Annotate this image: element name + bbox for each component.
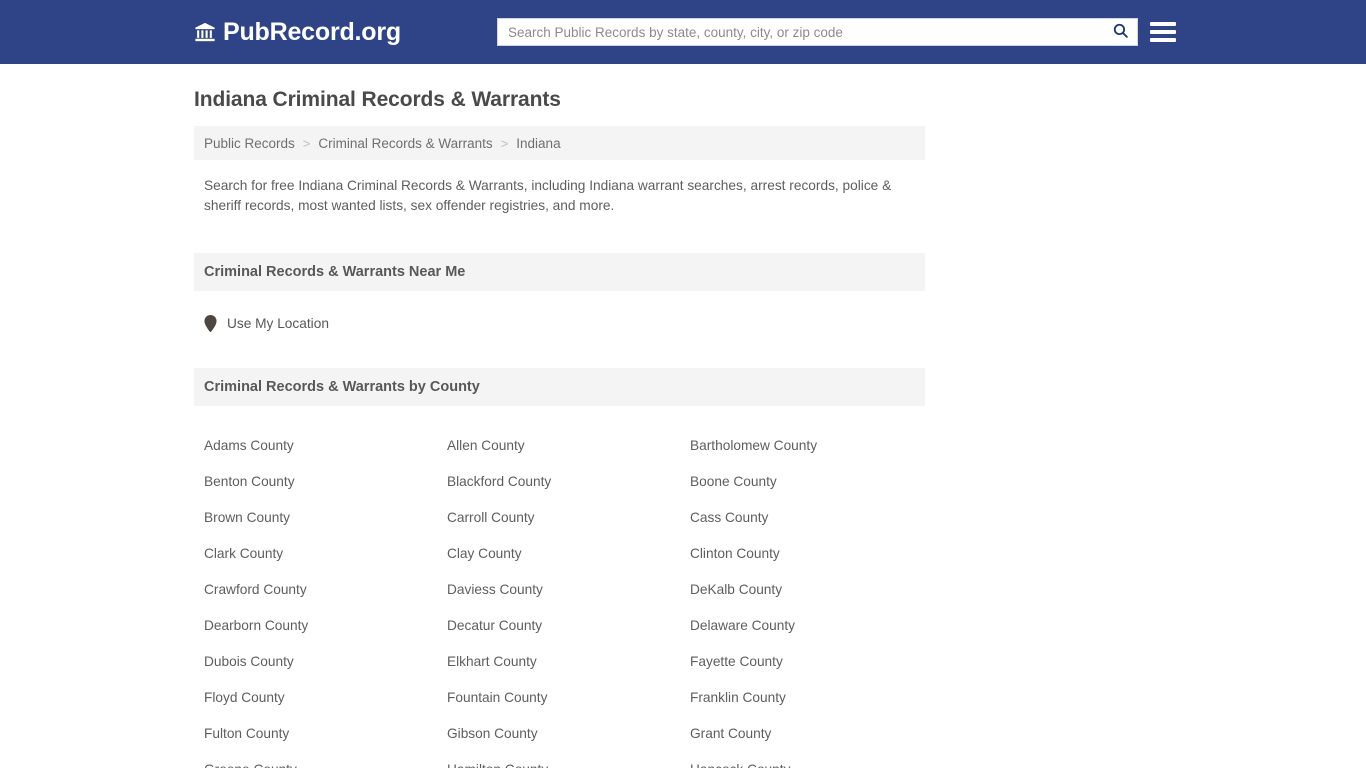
breadcrumb-item-criminal-records-warrants[interactable]: Criminal Records & Warrants (318, 136, 492, 151)
county-link[interactable]: Gibson County (437, 716, 680, 752)
county-link[interactable]: Crawford County (194, 572, 437, 608)
header-search-form (497, 18, 1138, 46)
by-county-section-heading: Criminal Records & Warrants by County (194, 368, 925, 406)
county-link[interactable]: Grant County (680, 716, 923, 752)
county-link[interactable]: Fountain County (437, 680, 680, 716)
county-link[interactable]: Dubois County (194, 644, 437, 680)
county-link[interactable]: Franklin County (680, 680, 923, 716)
county-link-grid: Adams County Allen County Bartholomew Coun… (194, 428, 934, 768)
county-link[interactable]: Elkhart County (437, 644, 680, 680)
county-link[interactable]: Allen County (437, 428, 680, 464)
site-header: PubRecord.org (0, 0, 1366, 64)
county-link[interactable]: Blackford County (437, 464, 680, 500)
brand-name: PubRecord.org (223, 17, 401, 46)
by-county-section: Criminal Records & Warrants by County Ad… (194, 368, 1366, 768)
breadcrumb-separator: > (500, 135, 509, 151)
page-description: Search for free Indiana Criminal Records… (204, 178, 892, 213)
county-link[interactable]: Greene County (194, 752, 437, 768)
menu-bar-2 (1150, 30, 1176, 34)
county-link[interactable]: Floyd County (194, 680, 437, 716)
county-link[interactable]: Boone County (680, 464, 923, 500)
breadcrumb-item-public-records[interactable]: Public Records (204, 136, 295, 151)
county-link[interactable]: Clay County (437, 536, 680, 572)
breadcrumb-separator: > (302, 135, 311, 151)
map-pin-icon (204, 315, 217, 333)
search-icon (1112, 22, 1129, 42)
county-link[interactable]: Clark County (194, 536, 437, 572)
site-logo-link[interactable]: PubRecord.org (194, 17, 401, 46)
county-link[interactable]: Clinton County (680, 536, 923, 572)
breadcrumb-item-indiana: Indiana (516, 135, 561, 151)
county-link[interactable]: Decatur County (437, 608, 680, 644)
county-link[interactable]: DeKalb County (680, 572, 923, 608)
county-link[interactable]: Adams County (194, 428, 437, 464)
county-link[interactable]: Hamilton County (437, 752, 680, 768)
county-link[interactable]: Bartholomew County (680, 428, 923, 464)
county-link[interactable]: Dearborn County (194, 608, 437, 644)
use-my-location-label: Use My Location (227, 316, 329, 331)
county-link[interactable]: Cass County (680, 500, 923, 536)
search-submit-button[interactable] (1103, 19, 1137, 45)
page-title: Indiana Criminal Records & Warrants (194, 88, 561, 111)
menu-bar-1 (1150, 22, 1176, 26)
county-link[interactable]: Delaware County (680, 608, 923, 644)
search-input[interactable] (498, 19, 1103, 45)
menu-bar-3 (1150, 38, 1176, 42)
near-me-section-heading: Criminal Records & Warrants Near Me (194, 253, 925, 291)
county-link[interactable]: Daviess County (437, 572, 680, 608)
bank-building-icon (194, 21, 216, 43)
county-link[interactable]: Hancock County (680, 752, 923, 768)
breadcrumb: Public Records > Criminal Records & Warr… (194, 126, 925, 160)
county-link[interactable]: Benton County (194, 464, 437, 500)
county-link[interactable]: Brown County (194, 500, 437, 536)
county-link[interactable]: Fayette County (680, 644, 923, 680)
main-content: Indiana Criminal Records & Warrants Publ… (0, 64, 1366, 768)
near-me-section: Criminal Records & Warrants Near Me Use … (194, 253, 1366, 333)
county-link[interactable]: Fulton County (194, 716, 437, 752)
use-my-location-button[interactable]: Use My Location (204, 315, 329, 333)
county-link[interactable]: Carroll County (437, 500, 680, 536)
hamburger-menu-icon[interactable] (1150, 20, 1176, 44)
